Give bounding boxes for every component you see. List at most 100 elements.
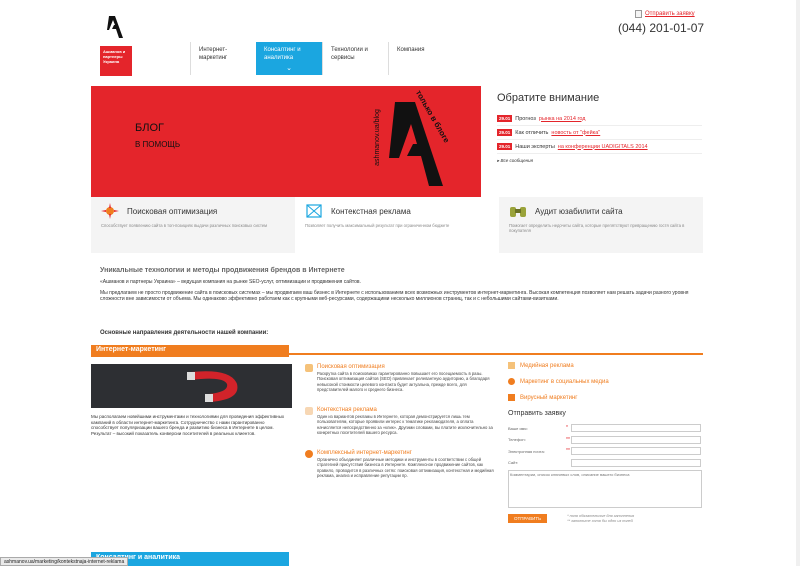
nav-internet-marketing[interactable]: Интернет-маркетинг — [190, 42, 256, 75]
news-text: Как отличить — [515, 129, 549, 136]
news-link[interactable]: на конференции UADIGITALS 2014 — [558, 144, 648, 150]
field-label: Электронная почта: — [508, 448, 545, 454]
news-date: 29.01 — [497, 115, 513, 122]
nav-technologies[interactable]: Технологии и сервисы — [322, 42, 388, 75]
binoculars-icon — [510, 207, 526, 217]
service-title: Комплексный интернет-маркетинг — [317, 450, 412, 456]
news-item: 29.01 Прогноз рынка на 2014 год — [497, 112, 702, 126]
nav-label: Компания — [397, 47, 425, 53]
logo-a-icon — [107, 16, 123, 38]
news-link[interactable]: новость от "фейка" — [551, 130, 600, 136]
chevron-down-icon: ⌄ — [286, 65, 292, 72]
email-field[interactable] — [571, 447, 701, 455]
feature-usability[interactable]: Аудит юзабилити сайта Помогает определит… — [499, 197, 703, 253]
media-icon — [508, 362, 515, 369]
section-bar-internet-marketing: Интернет-маркетинг — [91, 345, 703, 357]
intro-block: Уникальные технологии и методы продвижен… — [100, 267, 700, 307]
social-icon — [508, 378, 515, 385]
page: Ашманов и партнеры Украина Интернет-марк… — [0, 0, 800, 566]
link-label: Медийная реклама — [520, 362, 574, 369]
form-row-email: Электронная почта: ** — [508, 446, 703, 456]
feature-desc: Способствует появлению сайта в топ-позиц… — [101, 223, 268, 228]
globe-icon — [305, 450, 313, 458]
right-links: Медийная реклама Маркетинг в социальных … — [508, 362, 703, 410]
banner-url: ashmanov.ua/blog — [373, 109, 381, 166]
all-news-label: Все сообщения — [500, 158, 534, 163]
feature-desc: Помогает определить недочеты сайта, кото… — [509, 223, 685, 233]
news-date: 29.01 — [497, 143, 513, 150]
feature-title: Аудит юзабилити сайта — [535, 207, 623, 216]
order-link[interactable]: Отправить заявку — [635, 10, 695, 18]
left-text: Мы располагаем новейшими инструментами и… — [91, 414, 285, 436]
service-title: Контекстная реклама — [317, 407, 377, 413]
status-bar-url: ashmanov.ua/marketing/kontekstnaja-inter… — [0, 557, 129, 566]
phone-field[interactable] — [571, 435, 701, 444]
field-label: Телефон: — [508, 437, 526, 442]
logo[interactable]: Ашманов и партнеры Украина — [100, 10, 132, 76]
feature-title: Контекстная реклама — [331, 207, 411, 216]
feature-seo[interactable]: Поисковая оптимизация Способствует появл… — [91, 197, 295, 253]
form-icon — [635, 10, 642, 18]
context-icon — [305, 407, 313, 415]
link-label: Маркетинг в социальных медиа — [520, 378, 609, 385]
service-title: Поисковая оптимизация — [317, 364, 385, 370]
form-row-phone: Телефон: ** — [508, 435, 703, 445]
logo-text: Ашманов и партнеры Украина — [100, 46, 132, 76]
intro-title: Уникальные технологии и методы продвижен… — [100, 267, 345, 274]
intro-paragraph: «Ашманов и партнеры Украина» – ведущая к… — [100, 279, 361, 285]
seo-icon — [305, 364, 313, 372]
form-row-name: Ваше имя: * — [508, 423, 703, 433]
link-smm[interactable]: Маркетинг в социальных медиа — [508, 378, 703, 385]
submit-button[interactable]: ОТПРАВИТЬ — [508, 514, 548, 523]
service-seo[interactable]: Поисковая оптимизация Раскрутка сайта в … — [305, 364, 495, 393]
site-field[interactable] — [571, 458, 701, 467]
feature-title: Поисковая оптимизация — [127, 207, 218, 216]
link-viral[interactable]: Вирусный маркетинг — [508, 394, 703, 401]
logo-mark — [100, 10, 132, 46]
section-bar-consulting: Консалтинг и аналитика — [91, 552, 703, 566]
section-tab[interactable]: Интернет-маркетинг — [91, 345, 289, 357]
target-icon — [306, 204, 322, 218]
features-row: Поисковая оптимизация Способствует появл… — [91, 197, 703, 253]
link-label: Вирусный маркетинг — [520, 394, 578, 401]
nav-label: Консалтинг и аналитика — [264, 47, 301, 61]
news-item: 29.01 Как отличить новость от "фейка" — [497, 126, 702, 140]
main-nav: Интернет-маркетинг Консалтинг и аналитик… — [190, 42, 454, 75]
nav-consulting[interactable]: Консалтинг и аналитика ⌄ — [256, 42, 322, 75]
order-link-label: Отправить заявку — [645, 11, 695, 17]
field-label: Сайт: — [508, 460, 519, 465]
magnet-icon — [187, 371, 238, 402]
feature-desc: Позволяет получить максимальный результа… — [305, 223, 450, 228]
service-complex[interactable]: Комплексный интернет-маркетинг Органично… — [305, 450, 495, 479]
request-form: Отправить заявку Ваше имя: * Телефон: **… — [508, 410, 703, 524]
form-notes: * поля обязательные для заполнения ** за… — [567, 514, 634, 524]
nav-label: Технологии и сервисы — [331, 47, 368, 61]
news-item: 29.01 Наши эксперты на конференции UADIG… — [497, 140, 702, 154]
service-desc: Раскрутка сайта в поисковиках гарантиров… — [317, 371, 490, 393]
news-text: Наши эксперты — [515, 143, 555, 150]
news-date: 29.01 — [497, 129, 513, 136]
nav-company[interactable]: Компания — [388, 42, 454, 75]
link-media-ads[interactable]: Медийная реклама — [508, 362, 703, 369]
nav-label: Интернет-маркетинг — [199, 47, 228, 61]
service-context[interactable]: Контекстная реклама Один из вариантов ре… — [305, 407, 495, 436]
scrollbar[interactable] — [796, 0, 800, 566]
rocket-icon — [101, 203, 119, 219]
name-field[interactable] — [571, 424, 701, 432]
blog-banner[interactable]: БЛОГ В ПОМОЩЬ ashmanov.ua/blog только в … — [91, 86, 481, 197]
feature-context[interactable]: Контекстная реклама Позволяет получить м… — [295, 197, 499, 253]
service-desc: Один из вариантов рекламы в Интернете, к… — [317, 414, 493, 436]
notice-panel: Обратите внимание 29.01 Прогноз рынка на… — [497, 92, 702, 164]
intro-paragraph: Мы предлагаем не просто продвижение сайт… — [100, 290, 689, 302]
form-footer: ОТПРАВИТЬ * поля обязательные для заполн… — [508, 514, 703, 524]
notice-title: Обратите внимание — [497, 92, 600, 104]
all-news-link[interactable]: ▸ Все сообщения — [497, 158, 702, 164]
banner-title: БЛОГ — [135, 122, 164, 134]
play-icon — [508, 394, 515, 401]
magnet-image — [91, 364, 292, 408]
directions-title: Основные направления деятельности нашей … — [100, 330, 269, 336]
phone-number: (044) 201-01-07 — [618, 21, 705, 35]
news-link[interactable]: рынка на 2014 год — [539, 116, 586, 122]
form-note: ** заполните хотя бы одно из полей — [567, 519, 633, 523]
comments-field[interactable] — [508, 470, 702, 508]
